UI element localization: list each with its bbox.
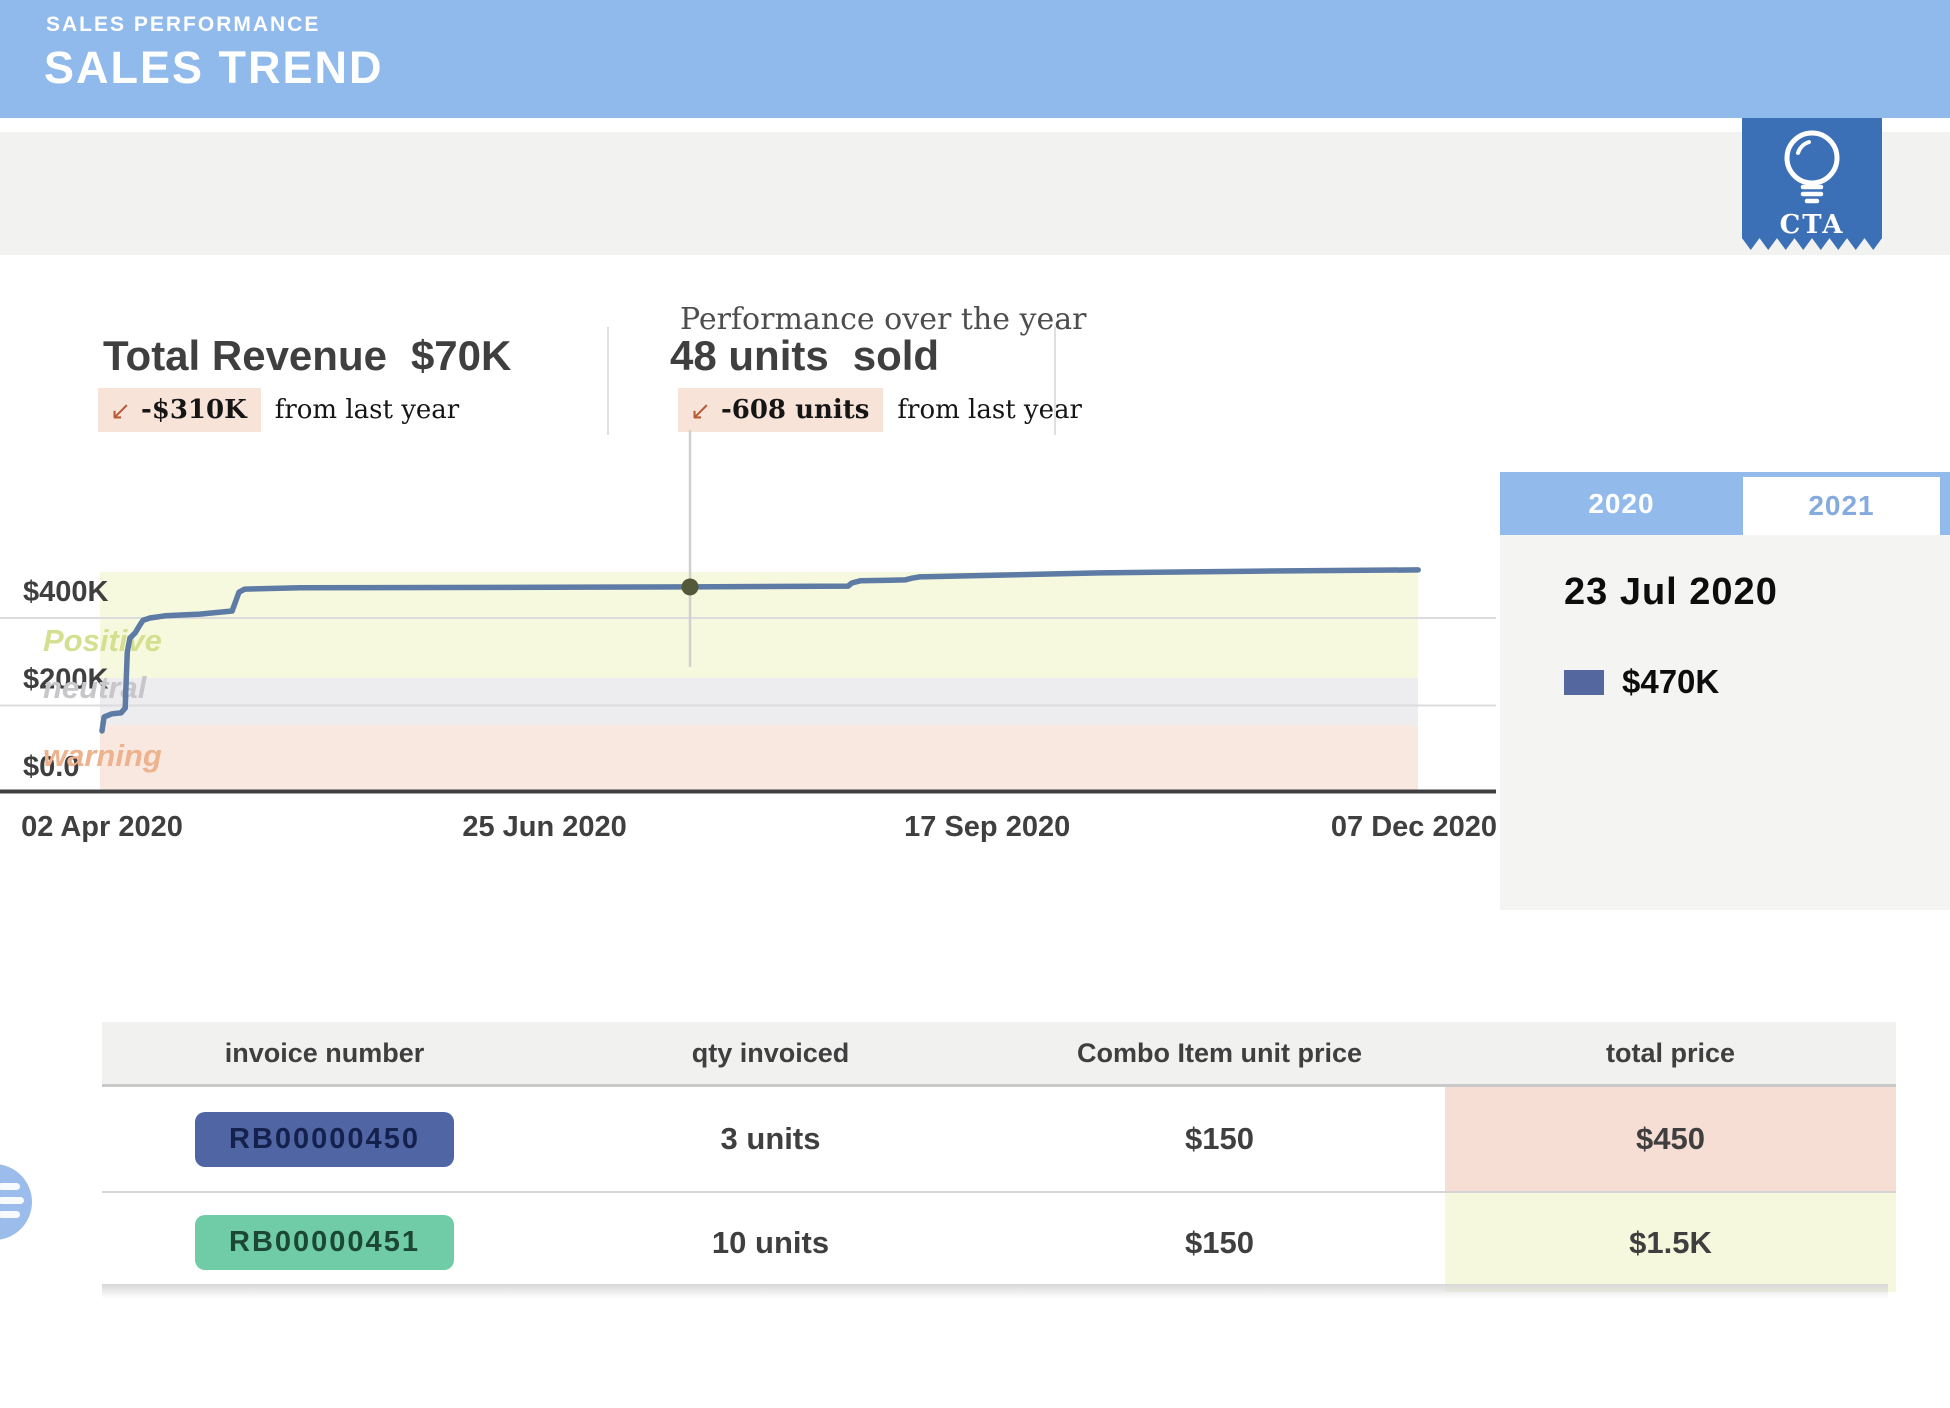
invoice-pill[interactable]: RB00000450 [195,1112,454,1167]
tooltip-value: $470K [1622,663,1719,701]
unit-price-cell: $150 [994,1086,1445,1193]
invoice-cell: RB00000451 [102,1192,547,1292]
kpi-units-sold-value: 48 units [670,332,829,379]
kpi-divider [1054,327,1056,435]
series-swatch [1564,670,1604,695]
column-header-3: Combo Item unit price [994,1022,1445,1086]
menu-icon [0,1197,24,1204]
kpi-divider [607,327,609,435]
total-price-cell: $450 [1445,1086,1896,1193]
table-row: RB00000450 3 units$150$450 [102,1086,1896,1193]
tab-2021[interactable]: 2021 [1743,477,1940,535]
header-kicker: SALES PERFORMANCE [46,13,320,37]
total-price-cell: $1.5K [1445,1192,1896,1292]
x-axis-label: 25 Jun 2020 [462,811,626,843]
sales-trend-chart[interactable]: $400K$200K$0.0Positiveneutralwarning02 A… [0,420,1500,890]
qty-cell: 10 units [547,1192,994,1292]
unit-price-cell: $150 [994,1192,1445,1292]
highlighted-point [682,578,699,595]
menu-icon [0,1211,20,1218]
cta-ribbon-button[interactable]: CTA [1742,118,1882,250]
invoice-cell: RB00000450 [102,1086,547,1193]
tooltip-date: 23 Jul 2020 [1564,571,1778,614]
y-axis-label: $400K [23,576,109,608]
invoice-pill[interactable]: RB00000451 [195,1215,454,1270]
chart-tooltip-panel: 23 Jul 2020 $470K [1500,535,1950,910]
kpi-units-sold-label: sold [853,332,939,379]
table-bottom-shadow [102,1284,1888,1298]
cta-label: CTA [1742,210,1882,240]
tooltip-series-row: $470K [1564,663,1719,701]
kpi-total-revenue: Total Revenue $70K [103,332,511,380]
column-header-4: total price [1445,1022,1896,1086]
kpi-units-sold: 48 units sold [670,332,939,380]
band-label-positive: Positive [43,623,162,658]
x-axis-label: 07 Dec 2020 [1331,811,1497,843]
column-header-1: invoice number [102,1022,547,1086]
sub-header-bar: Performance over the year [0,132,1950,255]
qty-cell: 3 units [547,1086,994,1193]
column-header-2: qty invoiced [547,1022,994,1086]
band-warning [100,725,1418,793]
table-row: RB00000451 10 units$150$1.5K [102,1192,1896,1292]
lightbulb-icon [1774,126,1850,210]
band-label-warning: warning [43,738,162,773]
invoice-table: invoice numberqty invoicedCombo Item uni… [102,1022,1896,1292]
band-label-neutral: neutral [43,670,148,705]
year-tabbar: 2020 2021 [1500,472,1950,535]
kpi-total-revenue-label: Total Revenue [103,332,387,379]
x-axis-label: 17 Sep 2020 [904,811,1070,843]
app-header: SALES PERFORMANCE SALES TREND [0,0,1950,118]
kpi-total-revenue-value: $70K [411,332,511,379]
floating-menu-button[interactable] [0,1164,32,1240]
page-title: SALES TREND [44,42,384,94]
band-neutral [100,678,1418,725]
menu-icon [0,1183,20,1190]
x-axis-label: 02 Apr 2020 [21,811,183,843]
tab-2020[interactable]: 2020 [1500,472,1743,535]
invoice-table-header: invoice numberqty invoicedCombo Item uni… [102,1022,1896,1086]
